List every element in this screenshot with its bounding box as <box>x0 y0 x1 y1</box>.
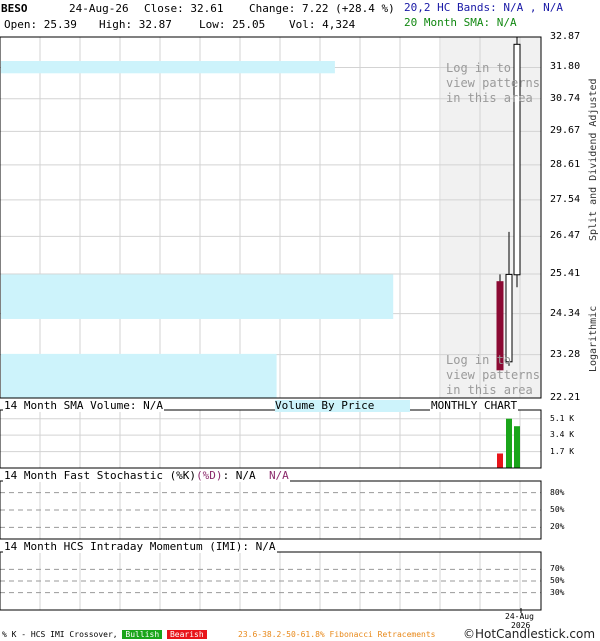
fibonacci-legend: 23.6-38.2-50-61.8% Fibonacci Retracement… <box>238 630 436 639</box>
footer-legend: % K - HCS IMI Crossover, Bullish Bearish <box>2 630 207 640</box>
login-line: in this area <box>446 383 533 397</box>
x-axis-date: 24-Aug <box>505 612 534 621</box>
chart-period-label: MONTHLY CHART <box>430 399 519 412</box>
price-tick-label: 28.61 <box>550 158 581 170</box>
imi-tick-label: 70% <box>550 564 565 574</box>
price-tick-label: 31.80 <box>550 61 581 73</box>
volume-bar <box>514 426 520 468</box>
volume-tick-label: 1.7 K <box>550 446 575 456</box>
candle-body <box>505 273 513 363</box>
login-patterns-bottom[interactable]: Log in to view patterns in this area <box>446 353 540 398</box>
stoch-label-na: N/A <box>268 469 289 482</box>
stoch-gridlines <box>0 481 541 539</box>
volume-bar <box>506 418 512 468</box>
stoch-tick-label: 80% <box>550 487 565 497</box>
price-tick-label: 26.47 <box>550 230 581 242</box>
price-tick-label: 29.67 <box>550 125 581 137</box>
volume-gridlines <box>0 410 541 468</box>
vbp-bar <box>1 61 335 74</box>
volume-by-price-bars <box>1 61 394 398</box>
price-tick-label: 25.41 <box>550 268 581 280</box>
stoch-label-d: (%D) <box>196 469 223 482</box>
imi-tick-label: 50% <box>550 576 565 585</box>
volume-tick-label: 3.4 K <box>550 430 575 440</box>
imi-tick-label: 30% <box>550 587 565 597</box>
volume-bars <box>497 418 520 468</box>
login-line: view patterns <box>446 76 540 90</box>
vbp-bar <box>1 353 277 398</box>
login-line: view patterns <box>446 368 540 382</box>
price-tick-label: 30.74 <box>550 92 581 104</box>
sma-volume-label: 14 Month SMA Volume: N/A <box>3 399 164 412</box>
login-patterns-top[interactable]: Log in to view patterns in this area <box>446 61 540 106</box>
vbp-bar <box>1 274 394 319</box>
stoch-tick-label: 50% <box>550 505 565 514</box>
price-tick-label: 24.34 <box>550 307 581 319</box>
bearish-badge: Bearish <box>166 630 207 639</box>
volume-tick-label: 5.1 K <box>550 413 575 423</box>
logarithmic-label: Logarithmic <box>588 305 599 372</box>
price-tick-label: 32.87 <box>550 31 581 42</box>
bullish-badge: Bullish <box>122 630 163 639</box>
volume-by-price-label: Volume By Price <box>275 400 411 412</box>
crossover-legend: % K - HCS IMI Crossover, <box>2 630 118 639</box>
price-tick-label: 22.21 <box>550 392 581 403</box>
imi-gridlines <box>0 552 541 610</box>
stoch-label-value: : N/A <box>222 469 256 482</box>
stoch-label: 14 Month Fast Stochastic (%K)(%D): N/A N… <box>3 470 290 482</box>
login-line: in this area <box>446 91 533 105</box>
login-line: Log in to <box>446 61 512 75</box>
price-tick-label: 23.28 <box>550 348 581 360</box>
login-line: Log in to <box>446 353 512 367</box>
price-tick-label: 27.54 <box>550 193 581 205</box>
stoch-label-main: 14 Month Fast Stochastic (%K) <box>4 469 197 482</box>
copyright[interactable]: ©HotCandlestick.com <box>463 627 595 641</box>
stoch-tick-label: 20% <box>550 522 565 532</box>
imi-label: 14 Month HCS Intraday Momentum (IMI): N/… <box>3 540 277 553</box>
volume-bar <box>497 453 503 468</box>
split-adjusted-label: Split and Dividend Adjusted <box>588 78 599 241</box>
